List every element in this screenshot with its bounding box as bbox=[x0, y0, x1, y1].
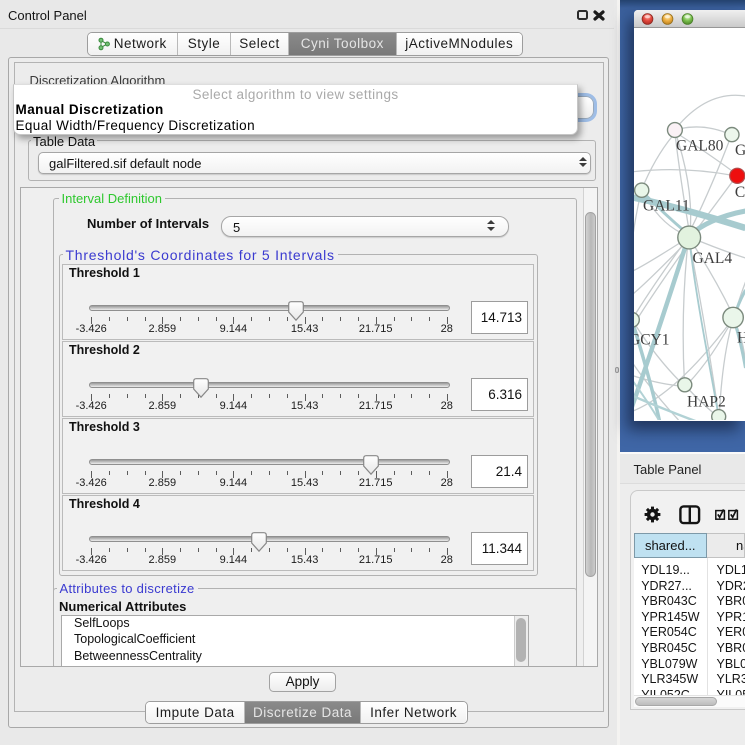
svg-text:GCY1: GCY1 bbox=[634, 332, 669, 349]
svg-text:GAL1: GAL1 bbox=[735, 142, 745, 159]
svg-text:GAL11: GAL11 bbox=[643, 198, 690, 215]
svg-text:GAL4: GAL4 bbox=[692, 250, 732, 267]
svg-text:HIS: HIS bbox=[737, 330, 745, 347]
svg-text:CYC: CYC bbox=[734, 184, 745, 201]
svg-text:HAP2: HAP2 bbox=[687, 394, 726, 411]
svg-text:GAL80: GAL80 bbox=[676, 138, 724, 155]
